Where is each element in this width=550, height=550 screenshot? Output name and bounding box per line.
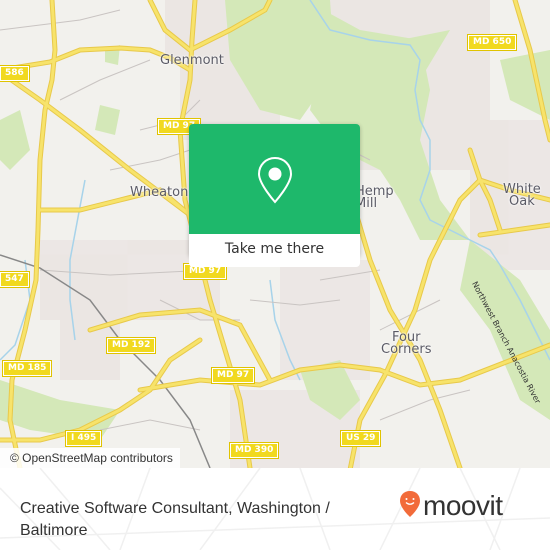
popup-header <box>189 124 360 234</box>
road-shield-md390: MD 390 <box>228 442 280 459</box>
place-label-hemp-mill: Hemp Mill <box>355 184 394 211</box>
place-label-glenmont: Glenmont <box>160 53 224 68</box>
moovit-pin-icon <box>399 490 421 522</box>
location-popup: Take me there <box>189 124 360 267</box>
road-shield-us29: US 29 <box>339 430 382 447</box>
place-label-white-oak: White Oak <box>503 182 541 209</box>
road-shield-586: 586 <box>0 65 30 82</box>
road-shield-547: 547 <box>0 271 30 288</box>
moovit-logo[interactable]: moovit <box>399 490 503 522</box>
road-shield-md185: MD 185 <box>1 360 53 377</box>
place-title: Creative Software Consultant, Washington… <box>20 500 330 539</box>
place-label-four-corners: Four Corners <box>381 330 432 357</box>
road-shield-i495: I 495 <box>64 430 103 447</box>
brand-name: moovit <box>423 490 503 521</box>
road-shield-md192: MD 192 <box>105 337 157 354</box>
place-label-wheaton: Wheaton <box>130 185 189 200</box>
map-attribution[interactable]: © OpenStreetMap contributors <box>0 448 180 468</box>
map[interactable]: Glenmont Wheaton Hemp Mill White Oak Fou… <box>0 0 550 468</box>
road-shield-md97: MD 97 <box>210 367 256 384</box>
footer: Creative Software Consultant, Washington… <box>0 468 550 550</box>
popup-pointer <box>265 256 283 265</box>
road-shield-md650: MD 650 <box>466 34 518 51</box>
